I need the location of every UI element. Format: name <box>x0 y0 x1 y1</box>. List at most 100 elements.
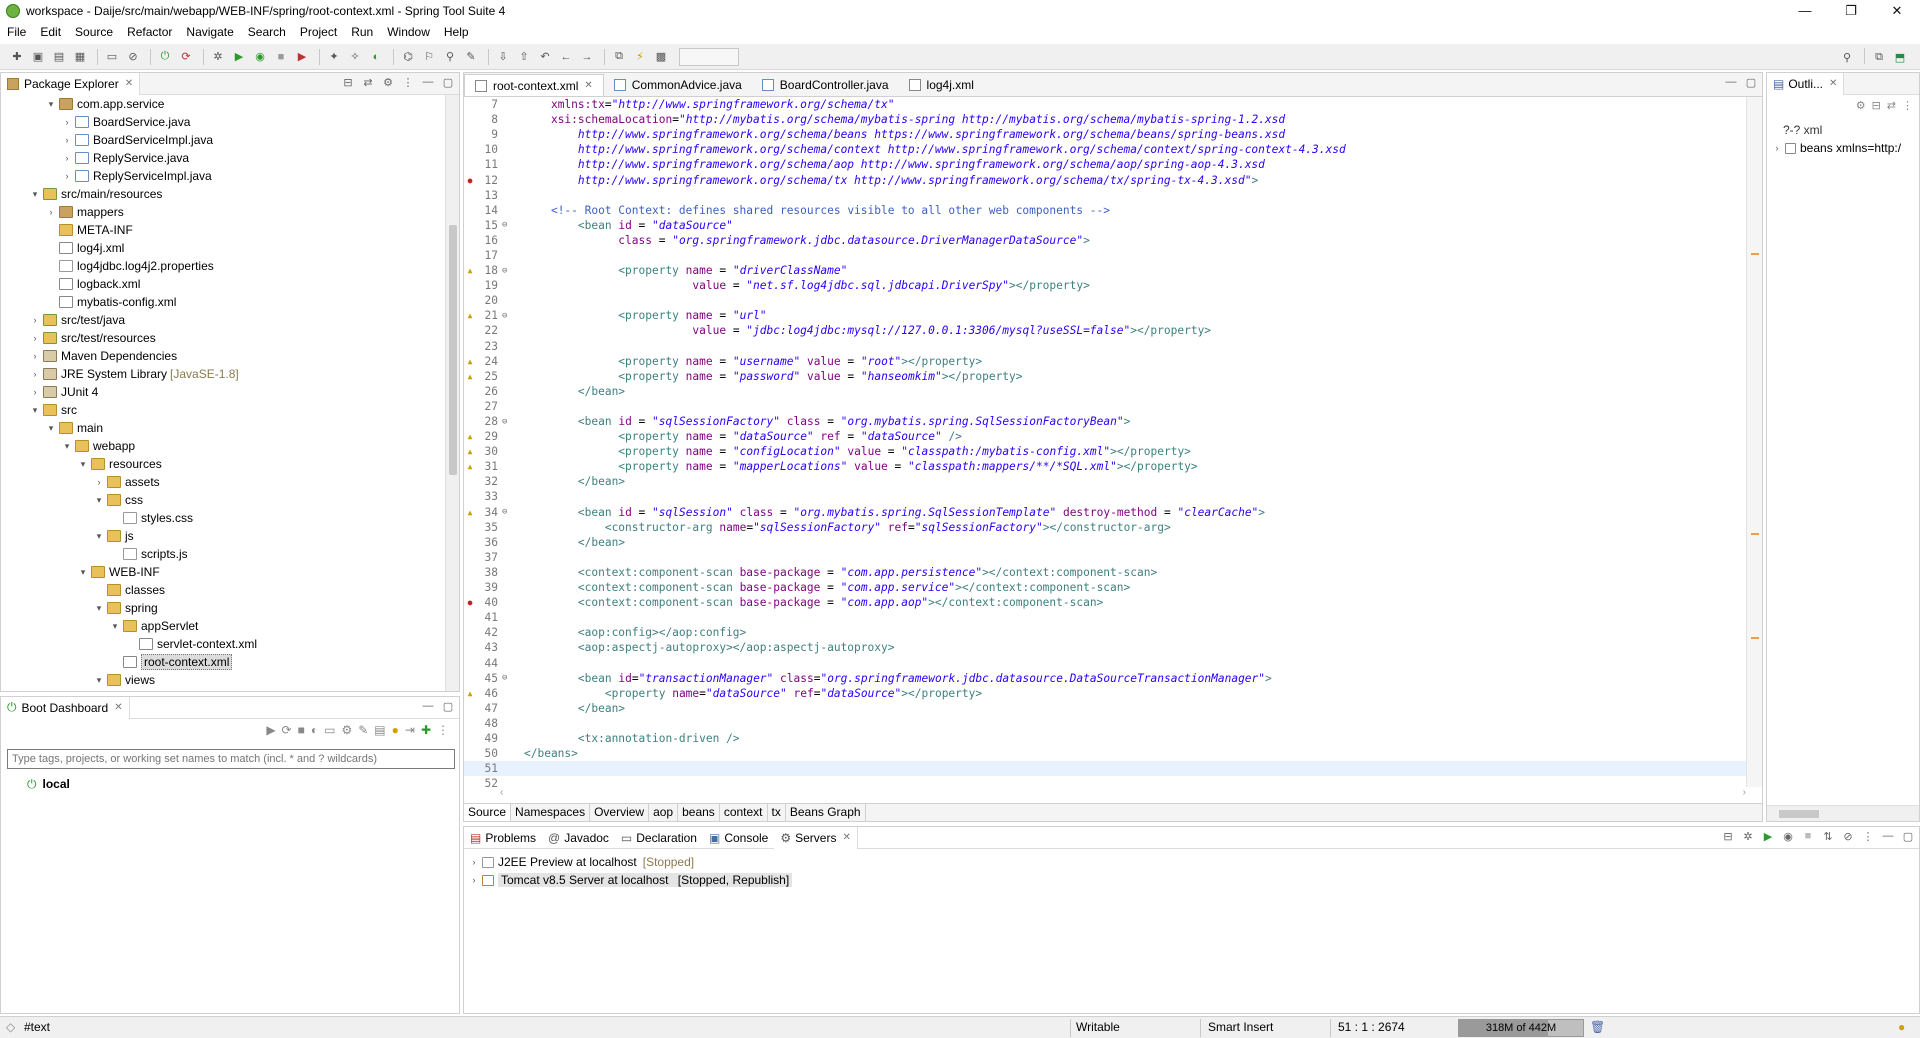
code-line[interactable]: 51 <box>464 761 1746 777</box>
new-package-icon[interactable]: ✧ <box>346 48 364 66</box>
expand-icon[interactable]: › <box>29 315 41 325</box>
code-line[interactable]: 10 http://www.springframework.org/schema… <box>464 142 1746 157</box>
boot-dashboard-icon[interactable]: ⏻ <box>156 48 174 66</box>
view-menu-icon[interactable]: ⋮ <box>1902 99 1913 112</box>
outline-horizontal-scrollbar[interactable] <box>1767 805 1919 821</box>
expand-icon[interactable]: › <box>61 135 73 145</box>
boot-dashboard-item[interactable]: ⏻ local <box>27 775 70 793</box>
warning-marker[interactable] <box>1751 533 1759 535</box>
tree-item[interactable]: log4j.xml <box>1 239 445 257</box>
stop-server-icon[interactable]: ■ <box>1801 830 1815 843</box>
new-icon[interactable]: ✚ <box>8 48 26 66</box>
tree-item[interactable]: › src/test/resources <box>1 329 445 347</box>
tip-icon[interactable]: ● <box>1898 1020 1905 1034</box>
start-icon[interactable]: ▶ <box>266 723 275 737</box>
code-line[interactable]: 9 http://www.springframework.org/schema/… <box>464 127 1746 142</box>
warning-marker[interactable] <box>1751 637 1759 639</box>
collapse-icon[interactable]: ⊟ <box>1721 830 1735 843</box>
menu-run[interactable]: Run <box>344 22 380 42</box>
code-line[interactable]: 48 <box>464 716 1746 731</box>
server-item[interactable]: › Tomcat v8.5 Server at localhost [Stopp… <box>468 871 793 889</box>
start-server-icon[interactable]: ▶ <box>1761 830 1775 843</box>
tree-item[interactable]: ▾ src/main/resources <box>1 185 445 203</box>
outline-item-beans[interactable]: › beans xmlns=http:/ <box>1771 139 1902 157</box>
expand-icon[interactable]: › <box>45 207 57 217</box>
code-line[interactable]: ● 40 <context:component-scan base-package… <box>464 595 1746 610</box>
scroll-right-icon[interactable]: › <box>1743 787 1746 798</box>
restart-icon[interactable]: ⟳ <box>282 723 292 737</box>
code-line[interactable]: 8 xsi:schemaLocation="http://mybatis.org… <box>464 112 1746 127</box>
code-line[interactable]: ▲ 30 <property name = "configLocation" va… <box>464 444 1746 459</box>
scrollbar-thumb[interactable] <box>1779 810 1819 818</box>
package-explorer-scrollbar[interactable] <box>445 95 459 691</box>
terminal-icon[interactable]: ▭ <box>103 48 121 66</box>
spring-perspective-icon[interactable]: ⬒ <box>1891 48 1909 66</box>
boot-dashboard-filter-input[interactable] <box>7 749 455 769</box>
view-menu-icon[interactable]: ⋮ <box>437 723 449 737</box>
tab-boot-dashboard[interactable]: ⏻ Boot Dashboard ✕ <box>1 696 130 719</box>
code-line[interactable]: ▲ 24 <property name = "username" value = … <box>464 354 1746 369</box>
code-line[interactable]: 42 <aop:config></aop:config> <box>464 625 1746 640</box>
tree-item[interactable]: ▾ spring <box>1 599 445 617</box>
stop-icon[interactable]: ■ <box>298 723 305 737</box>
tree-item[interactable]: servlet-context.xml <box>1 635 445 653</box>
back-icon[interactable]: ← <box>557 48 575 66</box>
expand-icon[interactable]: › <box>29 333 41 343</box>
editor-tab-log4j[interactable]: log4j.xml <box>899 74 984 96</box>
collapse-icon[interactable]: ▾ <box>93 603 105 614</box>
collapse-icon[interactable]: ▾ <box>45 423 57 434</box>
tree-item[interactable]: ▾ webapp <box>1 437 445 455</box>
code-line[interactable]: ▲ 29 <property name = "dataSource" ref = … <box>464 429 1746 444</box>
menu-refactor[interactable]: Refactor <box>120 22 179 42</box>
tree-item[interactable]: ▾ js <box>1 527 445 545</box>
tree-item[interactable]: ▾ css <box>1 491 445 509</box>
disconnect-icon[interactable]: ⊘ <box>1841 830 1855 843</box>
console-icon[interactable]: ▭ <box>324 723 335 737</box>
tree-item[interactable]: ▾ com.app.service <box>1 95 445 113</box>
edit-icon[interactable]: ✎ <box>358 723 368 737</box>
toggle-mark-icon[interactable]: ✎ <box>462 48 480 66</box>
code-line[interactable]: ● 12 http://www.springframework.org/schem… <box>464 172 1746 187</box>
grid-icon[interactable]: ▩ <box>652 48 670 66</box>
page-tab-overview[interactable]: Overview <box>590 804 650 821</box>
tab-problems[interactable]: ▤ Problems <box>464 827 542 849</box>
warning-marker-icon[interactable]: ▲ <box>464 311 476 320</box>
code-line[interactable]: 33 <box>464 489 1746 504</box>
run-icon[interactable]: ▶ <box>230 48 248 66</box>
page-tab-context[interactable]: context <box>720 804 768 821</box>
tab-outline[interactable]: ▤ Outli... ✕ <box>1767 72 1845 95</box>
collapse-icon[interactable]: ▾ <box>93 675 105 686</box>
editor-horizontal-scrollbar[interactable]: ‹ › <box>500 787 1746 803</box>
open-task-icon[interactable]: ⚐ <box>420 48 438 66</box>
tree-item[interactable]: ▾ appServlet <box>1 617 445 635</box>
collapse-all-icon[interactable]: ⊟ <box>341 76 355 89</box>
minimize-view-icon[interactable]: — <box>1724 76 1738 89</box>
tree-item[interactable]: › Maven Dependencies <box>1 347 445 365</box>
profile-server-icon[interactable]: ◉ <box>1781 830 1795 843</box>
maximize-view-icon[interactable]: ▢ <box>441 76 455 89</box>
fold-icon[interactable]: ⊖ <box>502 220 510 230</box>
tree-item[interactable]: › mappers <box>1 203 445 221</box>
tree-item[interactable]: logback.xml <box>1 275 445 293</box>
tab-declaration[interactable]: ▭ Declaration <box>615 827 703 849</box>
search-tb-icon[interactable]: ⚲ <box>441 48 459 66</box>
open-perspective-icon[interactable]: ⧉ <box>1870 48 1888 66</box>
tree-item[interactable]: › ReplyService.java <box>1 149 445 167</box>
filter-icon[interactable]: ⚙ <box>381 76 395 89</box>
code-line[interactable]: 26 </bean> <box>464 384 1746 399</box>
code-line[interactable]: 47 </bean> <box>464 701 1746 716</box>
code-line[interactable]: 32 </bean> <box>464 474 1746 489</box>
tree-item[interactable]: mybatis-config.xml <box>1 293 445 311</box>
expand-icon[interactable]: › <box>61 171 73 181</box>
coverage-icon[interactable]: ◉ <box>251 48 269 66</box>
page-tab-tx[interactable]: tx <box>768 804 786 821</box>
collapse-icon[interactable]: ▾ <box>61 441 73 452</box>
menu-window[interactable]: Window <box>380 22 437 42</box>
collapse-icon[interactable]: ▾ <box>93 531 105 542</box>
code-line[interactable]: 28 ⊖ <bean id = "sqlSessionFactory" class… <box>464 414 1746 429</box>
tree-item[interactable]: › JRE System Library [JavaSE-1.8] <box>1 365 445 383</box>
collapse-icon[interactable]: ▾ <box>109 621 121 632</box>
warning-marker[interactable] <box>1751 253 1759 255</box>
filter-icon[interactable]: ⇥ <box>405 723 415 737</box>
code-line[interactable]: 43 <aop:aspectj-autoproxy></aop:aspectj-… <box>464 640 1746 655</box>
